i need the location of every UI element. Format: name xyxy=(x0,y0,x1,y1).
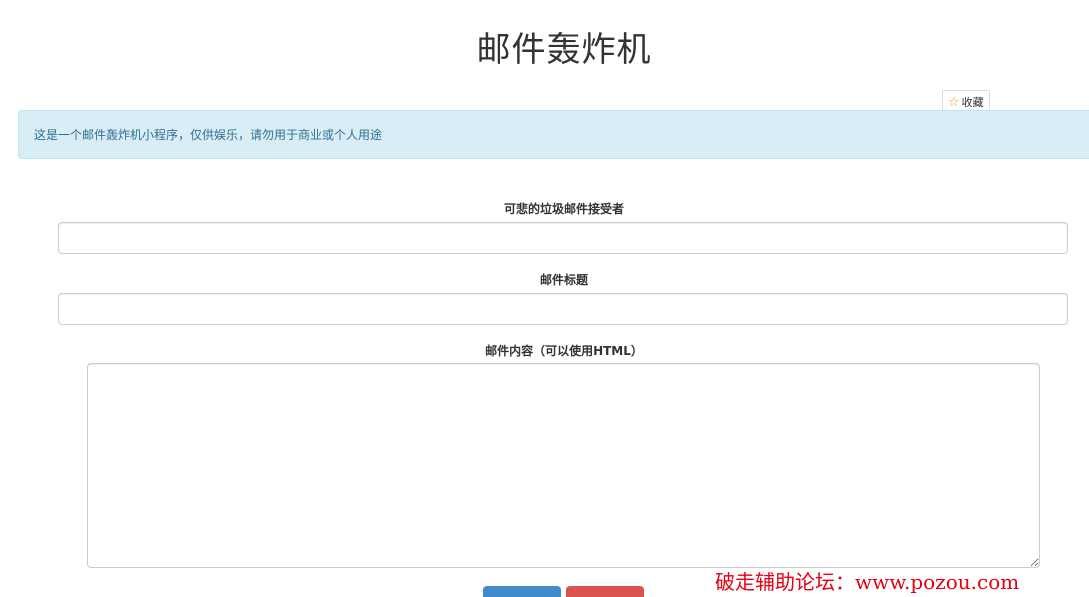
watermark-text: 破走辅助论坛：www.pozou.com xyxy=(715,570,1020,594)
subject-input[interactable] xyxy=(58,293,1068,325)
info-alert: 这是一个邮件轰炸机小程序，仅供娱乐，请勿用于商业或个人用途 xyxy=(18,110,1089,159)
recipient-input[interactable] xyxy=(58,222,1068,254)
subject-label: 邮件标题 xyxy=(539,273,588,287)
page-title: 邮件轰炸机 xyxy=(476,30,652,70)
reset-button[interactable] xyxy=(566,586,644,597)
submit-button[interactable] xyxy=(483,586,561,597)
favorite-label: 收藏 xyxy=(961,96,984,109)
alert-text: 这是一个邮件轰炸机小程序，仅供娱乐，请勿用于商业或个人用途 xyxy=(34,128,383,142)
star-icon: ☆ xyxy=(948,94,960,110)
recipient-label: 可悲的垃圾邮件接受者 xyxy=(503,202,624,216)
content-textarea[interactable] xyxy=(87,363,1040,568)
content-label: 邮件内容（可以使用HTML） xyxy=(485,344,643,358)
